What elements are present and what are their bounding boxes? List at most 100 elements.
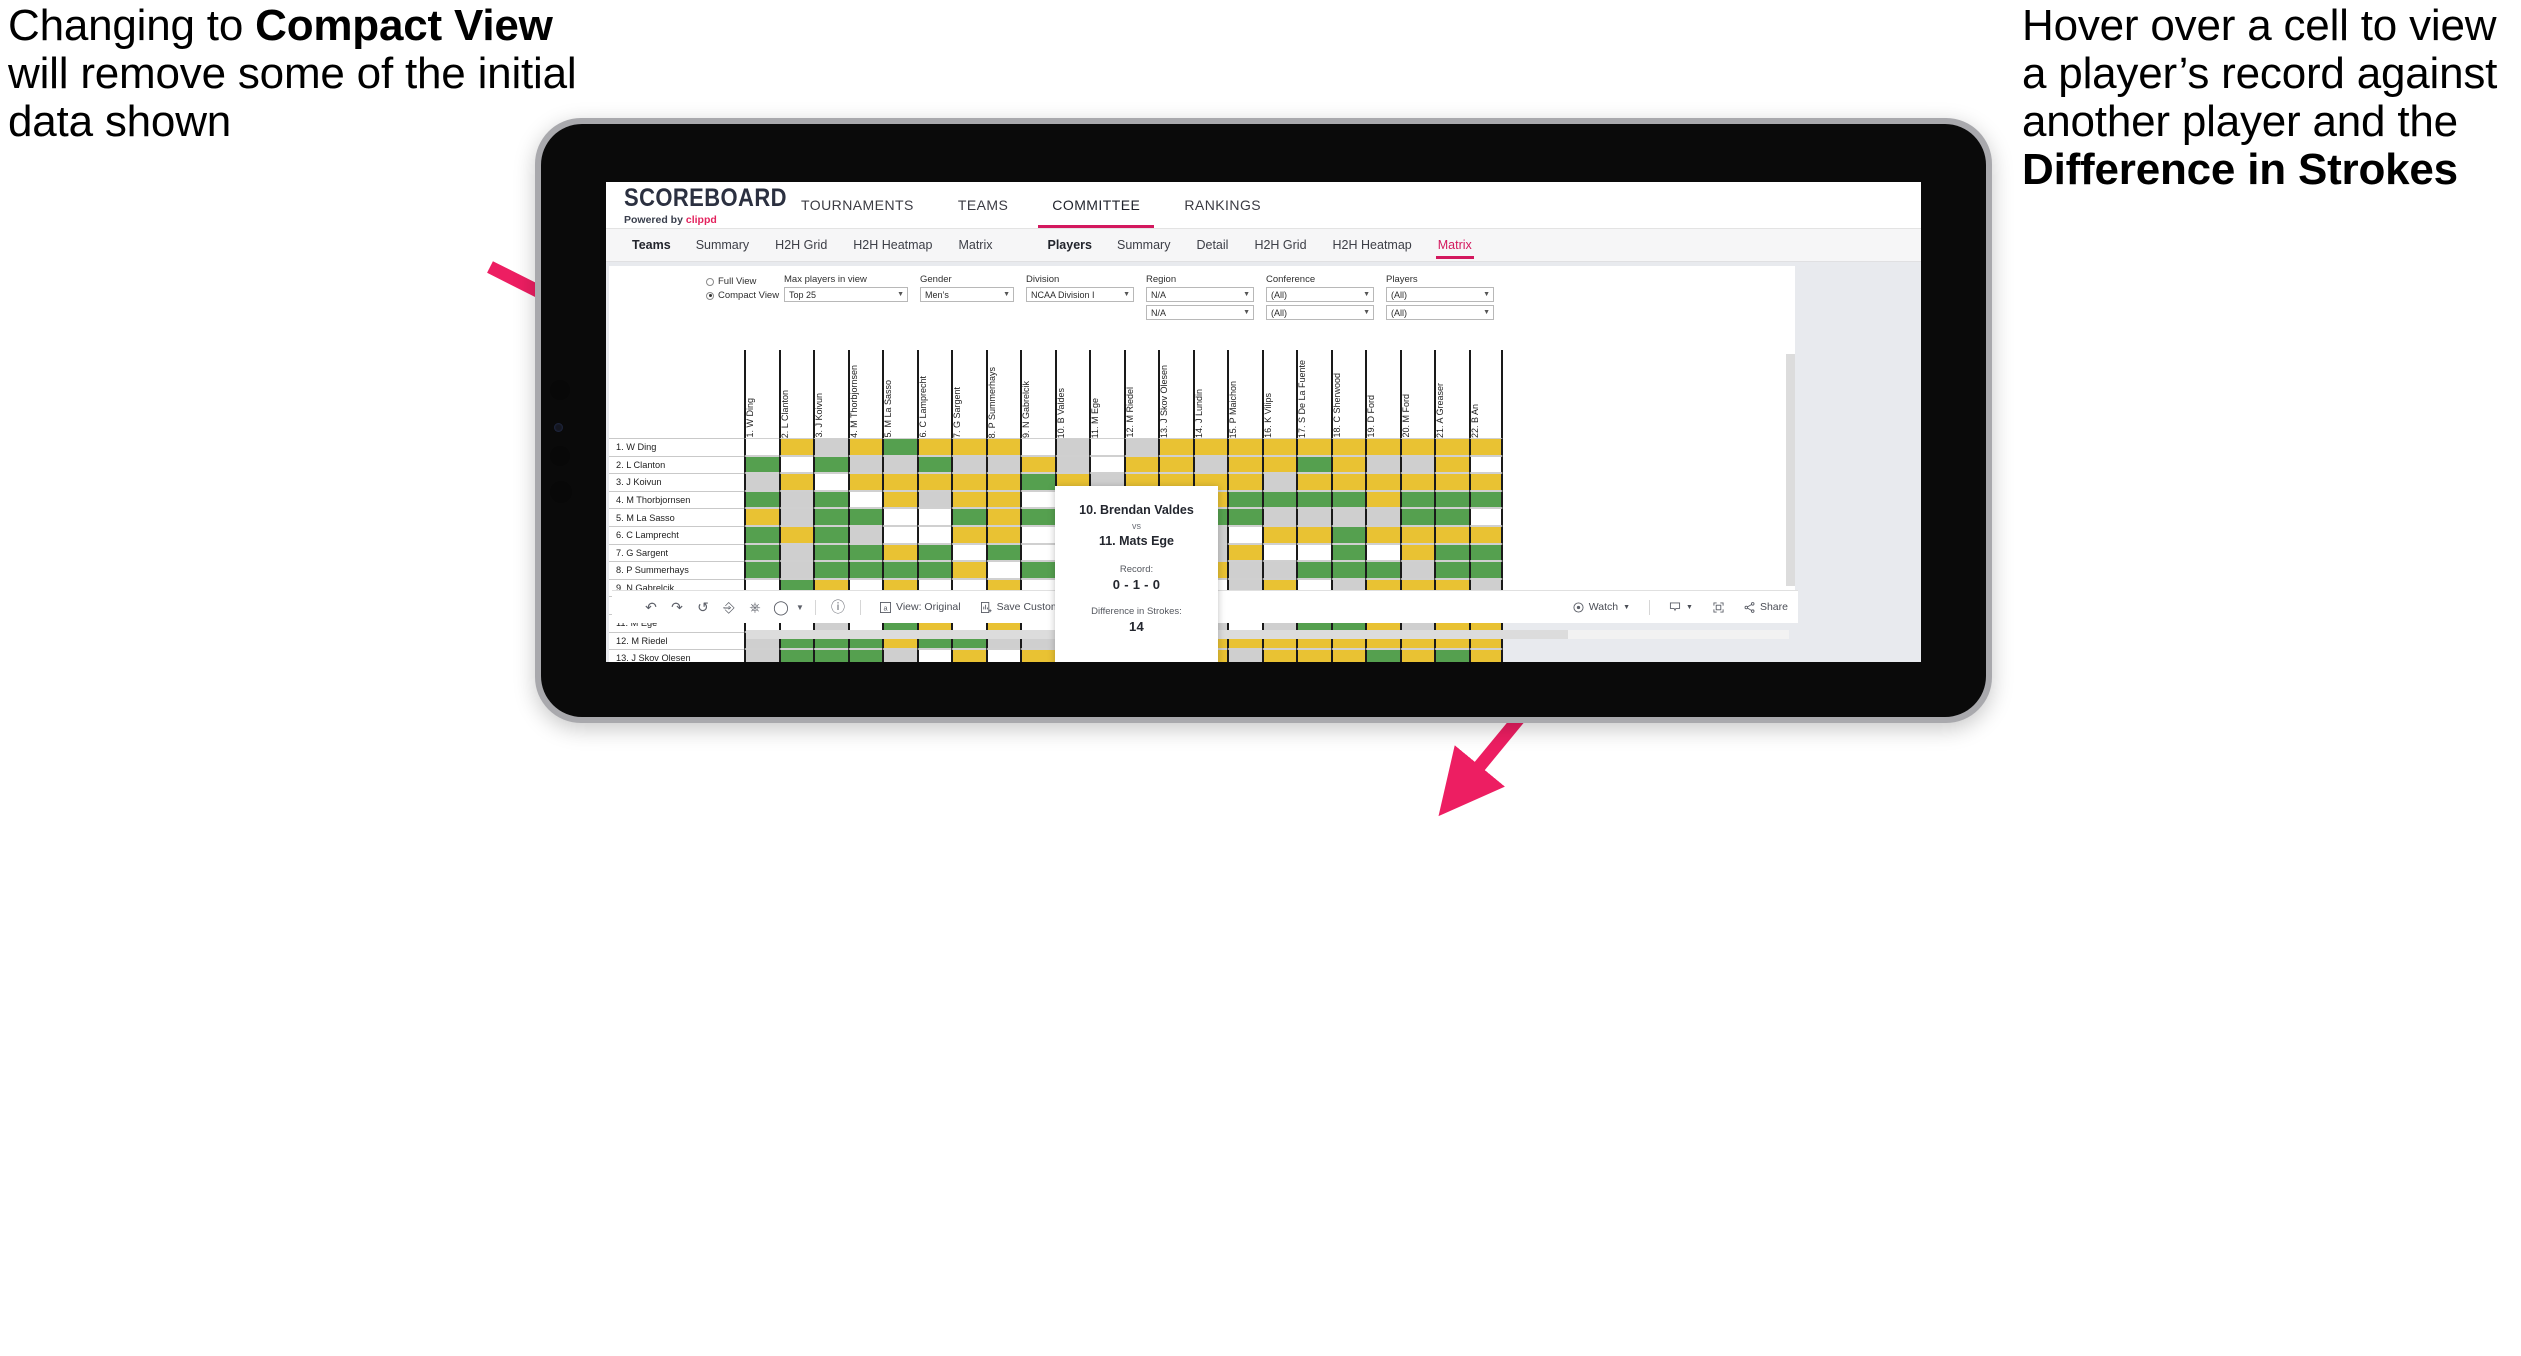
matrix-cell[interactable] [1330,438,1365,456]
matrix-cell[interactable] [1020,543,1055,562]
matrix-cell[interactable] [778,561,813,579]
matrix-cell[interactable] [1330,543,1365,562]
filter-division-select[interactable]: NCAA Division I ▼ [1026,287,1134,302]
matrix-cell[interactable] [1330,508,1365,526]
matrix-cell[interactable] [882,561,917,579]
matrix-cell[interactable] [1399,490,1434,509]
matrix-cell[interactable] [1296,490,1331,509]
matrix-cell[interactable] [1261,438,1296,456]
matrix-cell[interactable] [1020,490,1055,509]
subnav-players-h2h-grid[interactable]: H2H Grid [1241,229,1319,262]
chevron-down-icon[interactable]: ▼ [794,603,806,612]
matrix-cell[interactable] [1020,561,1055,579]
matrix-cell[interactable] [847,561,882,579]
matrix-cell[interactable] [744,438,779,456]
matrix-cell[interactable] [1123,455,1158,474]
matrix-cell[interactable] [1468,473,1503,491]
matrix-cell[interactable] [1399,438,1434,456]
redo-icon[interactable]: ↷ [664,599,690,616]
matrix-cell[interactable] [744,490,779,509]
matrix-cell[interactable] [985,543,1020,562]
matrix-cell[interactable] [778,649,813,662]
filter-players-select-2[interactable]: (All) ▼ [1386,305,1494,320]
subnav-players-detail[interactable]: Detail [1183,229,1241,262]
matrix-cell[interactable] [847,438,882,456]
subnav-players-summary[interactable]: Summary [1104,229,1183,262]
matrix-cell[interactable] [916,490,951,509]
matrix-cell[interactable] [1330,473,1365,491]
matrix-cell[interactable] [1399,525,1434,544]
matrix-cell[interactable] [744,543,779,562]
matrix-cell[interactable] [1434,561,1469,579]
matrix-cell[interactable] [778,490,813,509]
matrix-cell[interactable] [985,649,1020,662]
matrix-cell[interactable] [1399,455,1434,474]
matrix-cell[interactable] [1330,561,1365,579]
highlight-icon[interactable]: ◯ [768,599,794,616]
matrix-cell[interactable] [882,649,917,662]
topnav-rankings[interactable]: RANKINGS [1162,182,1283,228]
matrix-cell[interactable] [1192,438,1227,456]
matrix-cell[interactable] [916,473,951,491]
matrix-cell[interactable] [813,490,848,509]
subnav-players-matrix[interactable]: Matrix [1425,229,1485,262]
subnav-teams-matrix[interactable]: Matrix [945,229,1005,262]
tablet-power-button[interactable] [550,481,572,503]
matrix-cell[interactable] [1330,649,1365,662]
matrix-cell[interactable] [1468,649,1503,662]
matrix-cell[interactable] [1296,543,1331,562]
matrix-cell[interactable] [778,455,813,474]
tablet-volume-up-button[interactable] [550,380,570,400]
matrix-cell[interactable] [847,473,882,491]
view-original-button[interactable]: a View: Original [870,601,971,613]
pause-auto-updates-icon[interactable]: ⎈ [742,599,768,616]
matrix-cell[interactable] [1365,508,1400,526]
undo-icon[interactable]: ↶ [638,599,664,616]
matrix-cell[interactable] [813,455,848,474]
matrix-cell[interactable] [1227,490,1262,509]
fullscreen-button[interactable] [1703,601,1734,613]
matrix-cell[interactable] [1468,508,1503,526]
share-button[interactable]: Share [1734,601,1798,613]
matrix-cell[interactable] [985,508,1020,526]
matrix-cell[interactable] [882,525,917,544]
matrix-cell[interactable] [813,561,848,579]
matrix-cell[interactable] [1261,649,1296,662]
matrix-cell[interactable] [916,438,951,456]
matrix-cell[interactable] [1227,649,1262,662]
matrix-cell[interactable] [1089,455,1124,474]
matrix-cell[interactable] [813,649,848,662]
matrix-cell[interactable] [916,525,951,544]
matrix-cell[interactable] [1227,561,1262,579]
vertical-scrollbar-thumb[interactable] [1786,354,1795,586]
matrix-cell[interactable] [1434,438,1469,456]
filter-players-select[interactable]: (All) ▼ [1386,287,1494,302]
topnav-teams[interactable]: TEAMS [936,182,1030,228]
subnav-teams-h2h-grid[interactable]: H2H Grid [762,229,840,262]
matrix-cell[interactable] [1227,525,1262,544]
subnav-teams-summary[interactable]: Summary [683,229,762,262]
matrix-cell[interactable] [951,455,986,474]
matrix-cell[interactable] [916,543,951,562]
matrix-cell[interactable] [778,508,813,526]
matrix-cell[interactable] [882,543,917,562]
matrix-cell[interactable] [916,649,951,662]
matrix-cell[interactable] [1399,649,1434,662]
topnav-tournaments[interactable]: TOURNAMENTS [779,182,936,228]
matrix-cell[interactable] [744,473,779,491]
matrix-cell[interactable] [1296,473,1331,491]
matrix-cell[interactable] [1330,455,1365,474]
radio-compact-view[interactable]: Compact View [706,290,784,301]
matrix-cell[interactable] [916,508,951,526]
matrix-cell[interactable] [813,438,848,456]
subnav-teams-h2h-heatmap[interactable]: H2H Heatmap [840,229,945,262]
matrix-cell[interactable] [1296,508,1331,526]
matrix-cell[interactable] [951,525,986,544]
matrix-cell[interactable] [1330,490,1365,509]
matrix-cell[interactable] [1468,438,1503,456]
matrix-cell[interactable] [1227,508,1262,526]
filter-conference-select[interactable]: (All) ▼ [1266,287,1374,302]
matrix-cell[interactable] [1434,490,1469,509]
matrix-cell[interactable] [1227,473,1262,491]
filter-region-select-2[interactable]: N/A ▼ [1146,305,1254,320]
